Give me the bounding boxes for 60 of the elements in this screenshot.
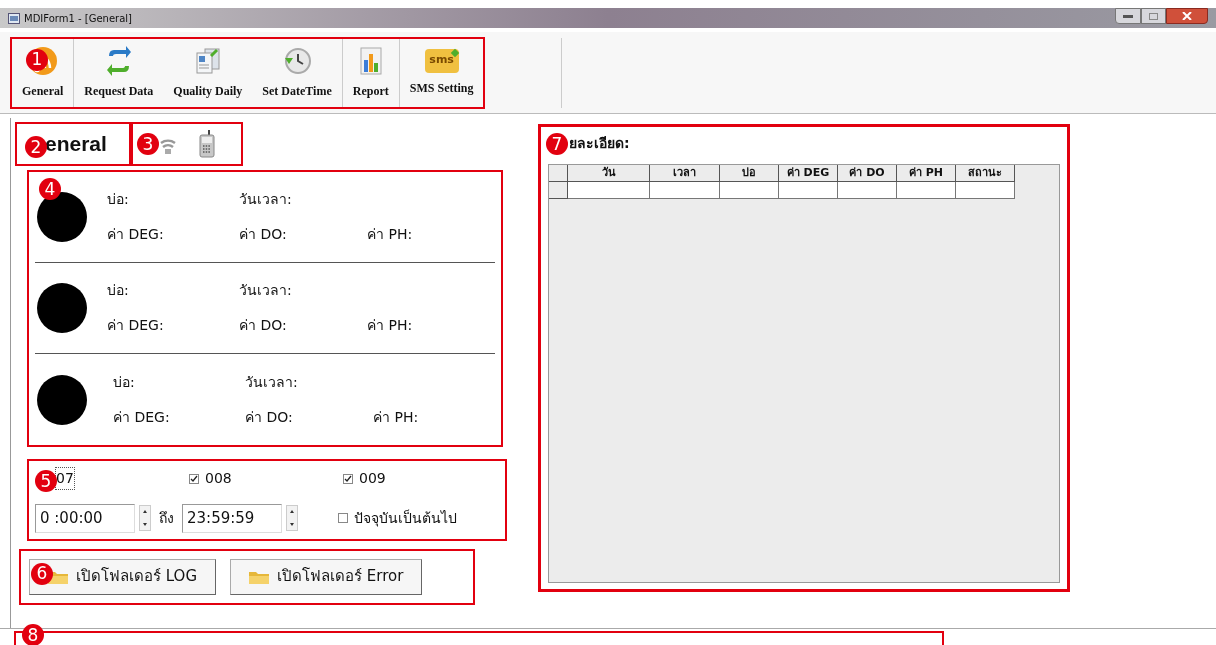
checkbox-label: ปัจจุบันเป็นต้นไป: [354, 508, 457, 529]
annotation-number: 5: [35, 470, 57, 492]
deg-label: ค่า DEG:: [107, 225, 165, 244]
table-cell[interactable]: [568, 182, 650, 199]
time-field[interactable]: 0 :00:00: [35, 504, 135, 533]
datetime-label: วันเวลา:: [239, 190, 293, 209]
toolbar-button[interactable]: sms SMS Setting: [399, 38, 484, 107]
table-cell[interactable]: [650, 182, 720, 199]
ph-label: ค่า PH:: [367, 225, 414, 244]
spin-buttons[interactable]: [286, 505, 298, 532]
table-cell[interactable]: [897, 182, 956, 199]
app-icon: [8, 12, 20, 24]
clock-icon: [282, 45, 313, 76]
section-title: eneral: [45, 131, 107, 158]
mobile-phone-icon: [199, 130, 215, 158]
toolbar-button[interactable]: Quality Daily: [163, 38, 253, 107]
checkbox[interactable]: [338, 513, 348, 524]
ph-label: ค่า PH:: [373, 407, 420, 427]
open-folder-button[interactable]: เปิดโฟลเดอร์ Error: [230, 558, 423, 595]
folder-icon: [249, 569, 270, 584]
minimize-button[interactable]: [1115, 8, 1141, 24]
annotation-number: 1: [26, 48, 48, 71]
deg-label: ค่า DEG:: [113, 407, 171, 427]
annotation-number: 8: [22, 624, 44, 645]
table-cell[interactable]: [720, 182, 779, 199]
do-label: ค่า DO:: [239, 225, 288, 244]
checkbox[interactable]: [189, 473, 199, 484]
checkbox-label: 008: [205, 469, 232, 488]
pond-label: บ่อ:: [107, 281, 130, 300]
deg-label: ค่า DEG:: [107, 316, 165, 335]
annotation-number: 7: [546, 133, 568, 155]
datetime-label: วันเวลา:: [239, 281, 293, 300]
time-field[interactable]: 23:59:59: [182, 504, 282, 533]
to-label: ถึง: [159, 508, 174, 528]
detail-title: ยละเอียด:: [569, 134, 630, 153]
close-button[interactable]: [1166, 8, 1208, 24]
ph-label: ค่า PH:: [367, 316, 414, 335]
checkbox-label: 009: [359, 469, 386, 488]
do-label: ค่า DO:: [239, 316, 288, 335]
do-label: ค่า DO:: [245, 407, 294, 427]
row-header[interactable]: [549, 182, 568, 199]
maximize-button[interactable]: [1141, 8, 1166, 24]
checkbox-label: 07: [55, 467, 75, 490]
pond-label: บ่อ:: [113, 372, 136, 392]
toolbar-button[interactable]: Set DateTime: [252, 38, 343, 107]
datetime-label: วันเวลา:: [245, 372, 299, 392]
checkbox[interactable]: [343, 473, 353, 484]
sms-bubble-icon: sms: [424, 48, 459, 73]
table-cell[interactable]: [838, 182, 897, 199]
table-cell[interactable]: [956, 182, 1015, 199]
spin-buttons[interactable]: [139, 505, 151, 532]
annotation-number: 4: [39, 178, 61, 200]
table-cell[interactable]: [779, 182, 838, 199]
toolbar-button[interactable]: Request Data: [74, 38, 164, 107]
annotation-number: 3: [137, 133, 159, 155]
toolbar-button[interactable]: Report: [342, 38, 400, 107]
pond-label: บ่อ:: [107, 190, 130, 209]
close-icon: [1182, 12, 1192, 20]
annotation-number: 2: [25, 136, 47, 158]
window-title: MDIForm1 - [General]: [24, 11, 132, 26]
